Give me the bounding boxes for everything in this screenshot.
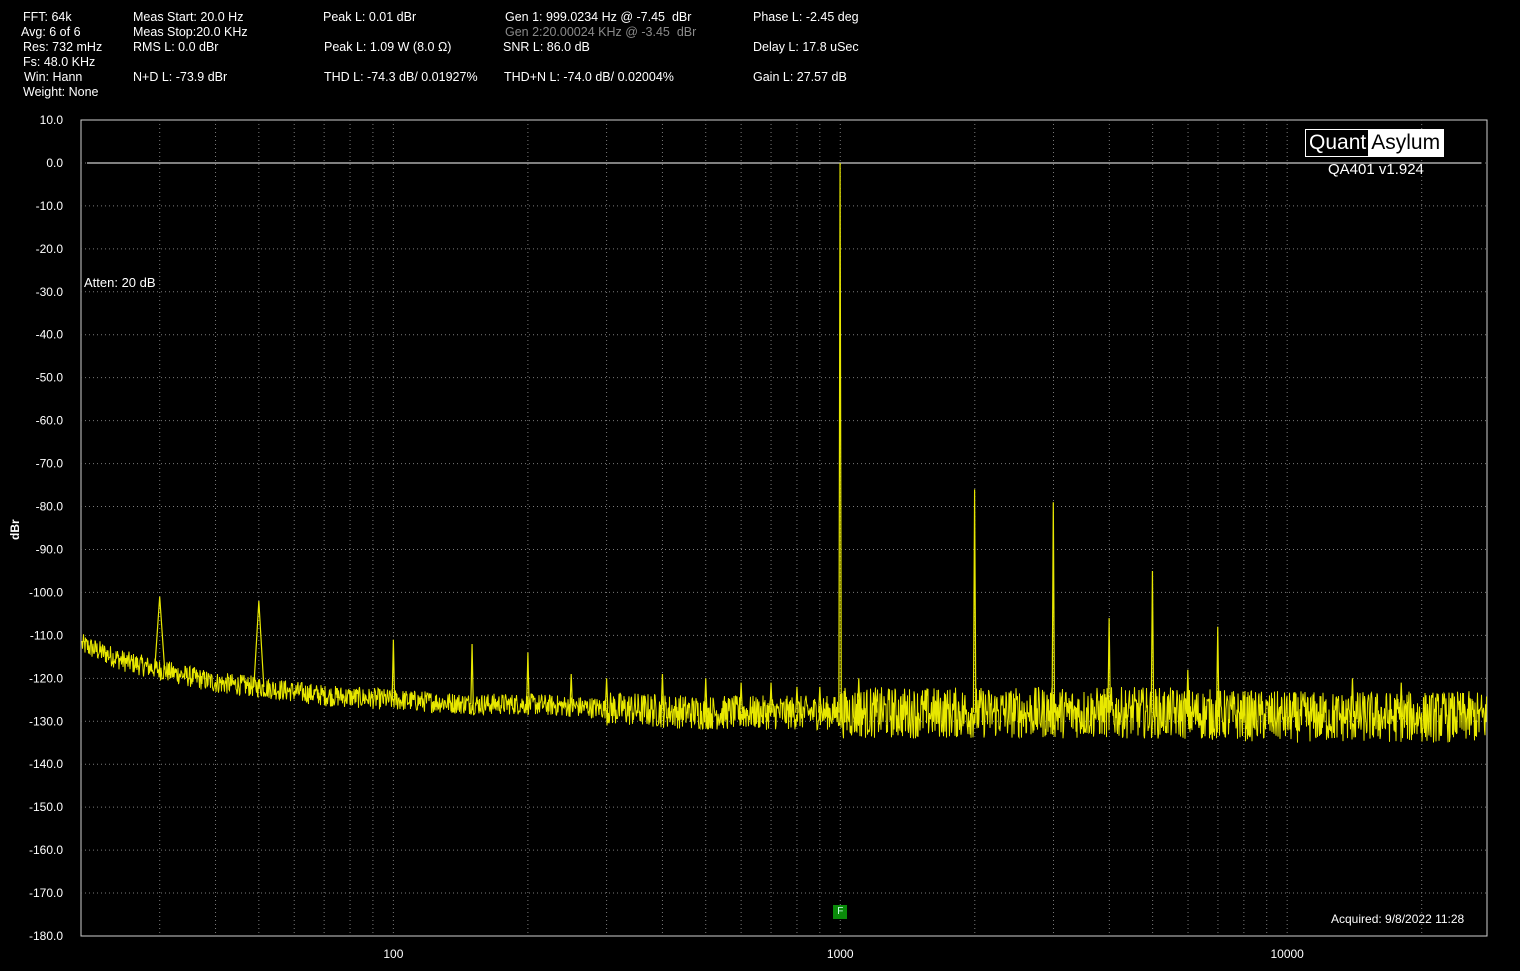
spectral-peak xyxy=(838,162,842,713)
y-tick-label: -160.0 xyxy=(29,843,63,857)
y-tick-label: -40.0 xyxy=(36,328,64,342)
y-tick-label: -20.0 xyxy=(36,242,64,256)
y-tick-label: -140.0 xyxy=(29,757,63,771)
spectral-peak xyxy=(1051,502,1056,713)
y-tick-label: -90.0 xyxy=(36,542,64,556)
y-tick-label: -50.0 xyxy=(36,371,64,385)
fundamental-marker[interactable]: F xyxy=(833,905,848,919)
y-tick-label: -100.0 xyxy=(29,585,63,599)
spectral-peak xyxy=(154,596,166,670)
y-tick-label: -130.0 xyxy=(29,714,63,728)
y-tick-label: -110.0 xyxy=(30,628,63,642)
y-tick-label: -60.0 xyxy=(36,414,64,428)
acquired-timestamp: Acquired: 9/8/2022 11:28 xyxy=(1331,912,1465,926)
x-tick-label: 1000 xyxy=(827,947,854,961)
quantasylum-logo: Quant Asylum xyxy=(1305,129,1445,157)
x-tick-label: 10000 xyxy=(1270,947,1304,961)
spectral-peak xyxy=(972,489,977,713)
logo-asylum-text: Asylum xyxy=(1368,130,1444,156)
y-tick-label: -180.0 xyxy=(29,929,63,943)
y-tick-label: -170.0 xyxy=(29,886,63,900)
y-tick-label: -80.0 xyxy=(36,500,64,514)
y-tick-label: 0.0 xyxy=(46,156,63,170)
spectral-peak xyxy=(253,600,265,687)
spectral-peak xyxy=(1350,678,1355,717)
y-tick-label: -30.0 xyxy=(36,285,64,299)
attenuation-label: Atten: 20 dB xyxy=(84,275,156,290)
y-axis-label: dBr xyxy=(8,519,22,540)
noise-floor-trace xyxy=(81,634,1487,743)
y-tick-label: -70.0 xyxy=(36,457,64,471)
y-tick-label: 10.0 xyxy=(40,113,64,127)
y-tick-label: -120.0 xyxy=(29,671,63,685)
y-tick-label: -10.0 xyxy=(36,199,64,213)
x-tick-label: 100 xyxy=(383,947,403,961)
spectral-peak xyxy=(470,643,474,705)
y-tick-label: -150.0 xyxy=(29,800,63,814)
plot-frame xyxy=(80,119,1488,937)
spectral-peak xyxy=(391,639,396,700)
spectral-peak xyxy=(1107,618,1111,713)
version-label: QA401 v1.924 xyxy=(1328,161,1424,178)
logo-quant-text: Quant xyxy=(1306,130,1369,156)
spectral-peak xyxy=(604,678,609,709)
spectrum-chart[interactable]: 10.0 0.0 -10.0 -20.0 -30.0 -40.0 -50.0 -60.0 -70… xyxy=(0,0,1520,971)
